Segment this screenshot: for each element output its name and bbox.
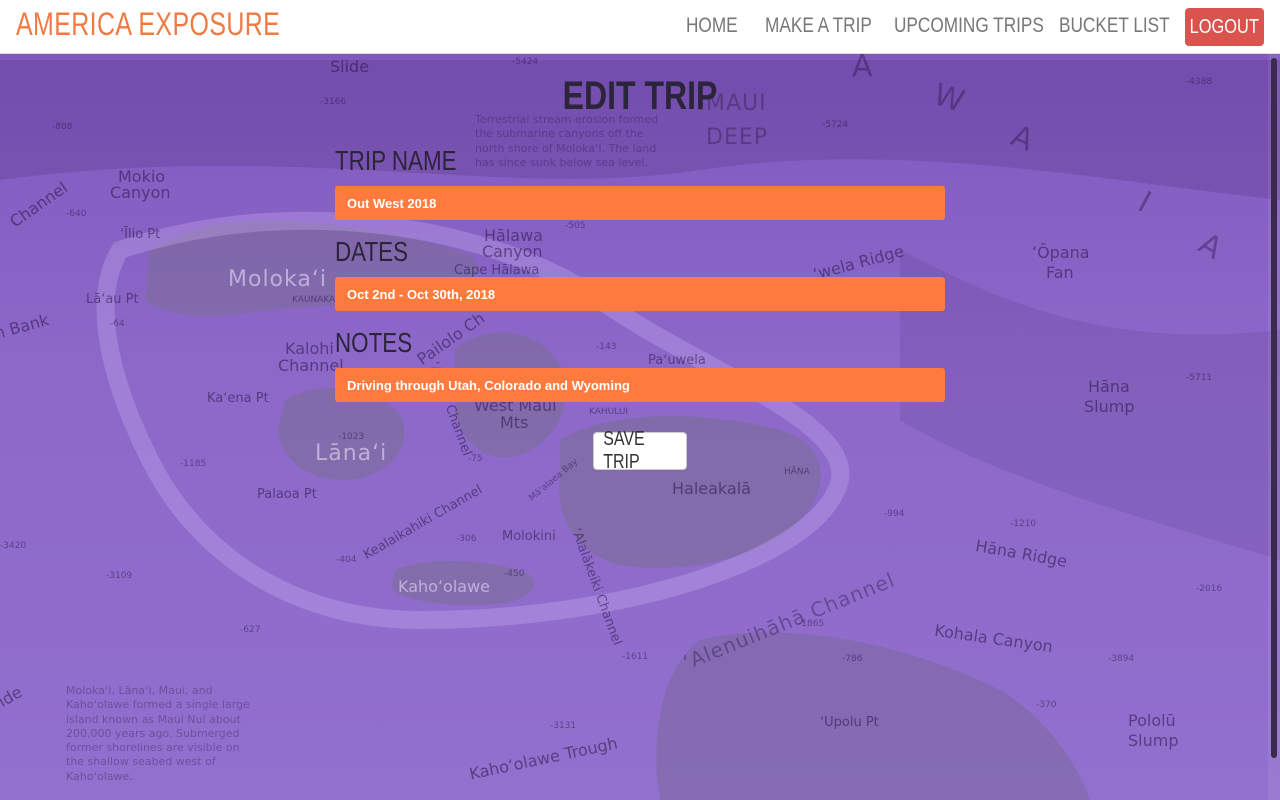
depth-label: -5724 xyxy=(822,120,849,130)
depth-label: -3420 xyxy=(0,541,27,551)
depth-label: -64 xyxy=(110,319,125,329)
map-label: Lāʻau Pt xyxy=(86,292,139,307)
page-scrollbar[interactable] xyxy=(1268,54,1280,800)
notes-input[interactable] xyxy=(335,368,945,402)
map-label: Pololū xyxy=(1128,711,1176,730)
dates-input[interactable] xyxy=(335,277,945,311)
depth-label: -370 xyxy=(1036,700,1057,710)
logout-button[interactable]: LOGOUT xyxy=(1185,8,1264,46)
depth-label: -3894 xyxy=(1108,654,1135,664)
nav-bucket-list[interactable]: BUCKET LIST xyxy=(1059,14,1170,38)
map-label: Molokini xyxy=(502,529,556,544)
dates-label: DATES xyxy=(335,236,409,267)
map-label: Kalohi xyxy=(285,339,334,358)
notes-label: NOTES xyxy=(335,327,413,358)
depth-label: -143 xyxy=(596,342,617,352)
depth-label: -75 xyxy=(468,454,483,464)
nav-home[interactable]: HOME xyxy=(686,14,738,38)
depth-label: -4388 xyxy=(1186,77,1213,87)
map-label: Slump xyxy=(1128,731,1179,750)
depth-label: -5424 xyxy=(512,57,539,67)
page-title: EDIT TRIP xyxy=(562,74,718,118)
depth-label: -640 xyxy=(66,209,87,219)
map-note: Terrestrial stream erosion formed the su… xyxy=(475,113,659,169)
depth-label: -505 xyxy=(565,221,586,231)
save-trip-button[interactable]: SAVE TRIP xyxy=(593,428,687,473)
nav-upcoming-trips[interactable]: UPCOMING TRIPS xyxy=(894,14,1044,38)
map-label: Kahoʻolawe xyxy=(398,577,490,596)
depth-label: -627 xyxy=(240,625,261,635)
map-label: Kaʻena Pt xyxy=(207,391,269,406)
map-label: ʻŌpana xyxy=(1032,243,1090,262)
depth-label: -5711 xyxy=(1186,373,1213,383)
map-label: Palaoa Pt xyxy=(257,487,317,502)
map-note: Molokaʻi, Lānaʻi, Maui, and Kahoʻolawe f… xyxy=(66,684,250,783)
logout-label: LOGOUT xyxy=(1189,15,1260,38)
map-label: Paʻuwela xyxy=(648,353,706,368)
depth-label: -1023 xyxy=(338,432,365,442)
save-trip-label: SAVE TRIP xyxy=(603,428,645,473)
depth-label: -1611 xyxy=(622,652,649,662)
map-label: HĀNA xyxy=(784,467,810,477)
map-label: Hāna xyxy=(1088,377,1130,396)
depth-label: -404 xyxy=(336,555,357,565)
map-label: Slump xyxy=(1084,397,1135,416)
map-label: Mts xyxy=(500,413,529,432)
depth-label: -786 xyxy=(842,654,863,664)
trip-name-label: TRIP NAME xyxy=(335,145,457,176)
depth-label: -1865 xyxy=(798,619,825,629)
depth-label: -3131 xyxy=(550,721,577,731)
depth-label: -994 xyxy=(884,509,905,519)
nav-make-a-trip[interactable]: MAKE A TRIP xyxy=(765,14,872,38)
map-label: Lānaʻi xyxy=(315,441,388,466)
depth-label: -306 xyxy=(456,534,477,544)
depth-label: -3109 xyxy=(106,571,133,581)
depth-label: -450 xyxy=(504,569,525,579)
map-label: Haleakalā xyxy=(672,479,751,498)
map-label: ʻUpolu Pt xyxy=(820,715,879,730)
depth-label: -2016 xyxy=(1196,584,1223,594)
map-label: DEEP xyxy=(706,125,769,150)
depth-label: -808 xyxy=(52,122,73,132)
brand-logo[interactable]: AMERICA EXPOSURE xyxy=(16,6,280,43)
depth-label: -1210 xyxy=(1010,519,1037,529)
scrollbar-thumb[interactable] xyxy=(1271,58,1277,758)
top-navbar: AMERICA EXPOSURE HOME MAKE A TRIP UPCOMI… xyxy=(0,0,1280,54)
map-label: KAHULUI xyxy=(589,407,629,417)
depth-label: -1185 xyxy=(180,459,207,469)
map-label: Channel xyxy=(278,356,344,375)
map-label: Molokaʻi xyxy=(228,267,327,292)
map-label: Canyon xyxy=(110,183,171,202)
trip-name-input[interactable] xyxy=(335,186,945,220)
map-label: ʻĪlio Pt xyxy=(120,227,161,242)
map-label: Slide xyxy=(330,57,370,76)
map-label: Canyon xyxy=(482,242,543,261)
map-label: Fan xyxy=(1046,263,1074,282)
